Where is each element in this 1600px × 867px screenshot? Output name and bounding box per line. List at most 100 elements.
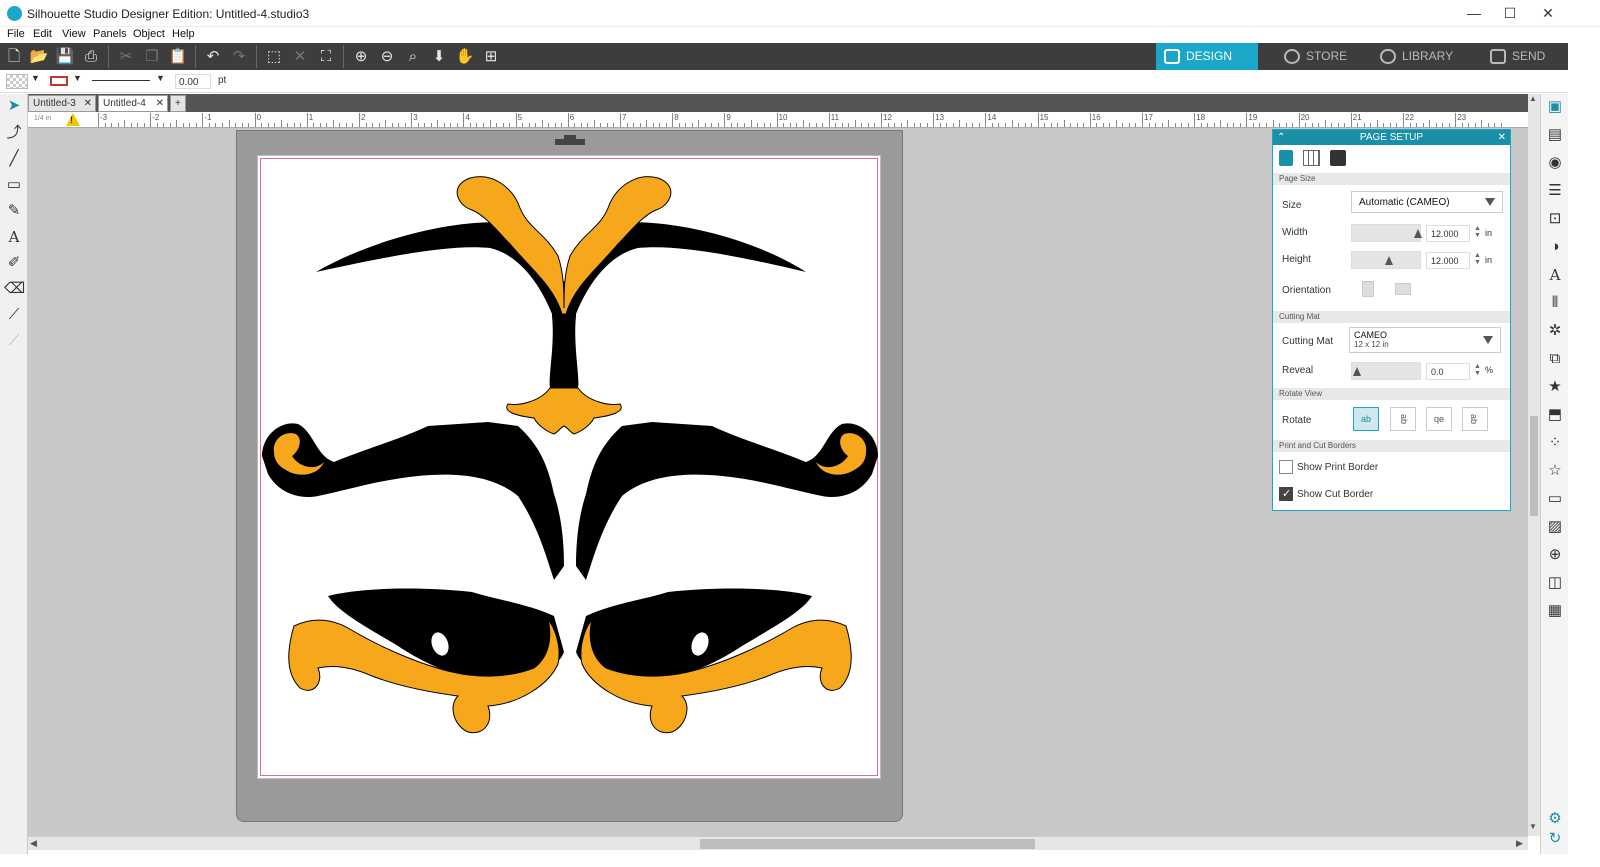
scroll-right-icon[interactable]: ▶ (1516, 838, 1523, 849)
grid-tab-icon[interactable] (1303, 150, 1320, 166)
copy-icon[interactable]: ❐ (141, 46, 163, 67)
image-effects-icon[interactable]: ⊡ (1545, 208, 1565, 230)
close-window-button[interactable]: ✕ (1528, 0, 1568, 27)
line-color-dropdown-icon[interactable]: ▼ (73, 73, 82, 83)
zoom-selection-icon[interactable]: ⌕ (402, 46, 424, 67)
pencil-tool-icon[interactable]: ✎ (4, 201, 24, 221)
fit-to-page-icon[interactable]: ⊞ (480, 46, 502, 67)
eyedropper-tool-icon[interactable]: ⟋ (4, 331, 24, 351)
line-style-preview[interactable] (92, 80, 150, 81)
scroll-left-icon[interactable]: ◀ (30, 838, 37, 849)
grid-globe-icon[interactable]: ⊕ (1545, 544, 1565, 566)
reveal-spinner[interactable]: ▲ ▼ (1474, 363, 1481, 377)
reveal-slider[interactable] (1351, 362, 1421, 380)
height-input[interactable]: 12.000 (1426, 252, 1470, 269)
collapse-panel-icon[interactable]: ⌃ (1277, 130, 1285, 145)
minimize-button[interactable]: — (1454, 0, 1494, 27)
modify-icon[interactable]: ⧉ (1545, 348, 1565, 370)
add-tab-button[interactable]: + (170, 95, 186, 112)
select-by-color-icon[interactable]: ⛶ (315, 46, 337, 67)
line-width-input[interactable]: 0.00 (175, 74, 211, 89)
reveal-slider-handle[interactable] (1353, 367, 1361, 376)
menu-object[interactable]: Object (133, 28, 165, 40)
close-tab-icon[interactable]: ✕ (156, 96, 164, 111)
offset-icon[interactable]: ▭ (1545, 488, 1565, 510)
vertical-scrollbar[interactable]: ▲ ▼ (1528, 94, 1540, 836)
open-folder-icon[interactable]: 📂 (28, 46, 50, 67)
tab-store[interactable]: STORE (1276, 43, 1372, 70)
rotate-270-button[interactable]: ab (1462, 407, 1488, 431)
zoom-out-icon[interactable]: ⊖ (376, 46, 398, 67)
draw-tool-icon[interactable]: ✐ (4, 253, 24, 273)
portrait-orientation-icon[interactable] (1362, 281, 1374, 297)
text-tool-icon[interactable]: A (4, 227, 24, 247)
edit-points-icon[interactable]: ⤴ (4, 123, 24, 143)
select-all-icon[interactable]: ⬚ (263, 46, 285, 67)
refresh-icon[interactable]: ↻ (1545, 828, 1565, 850)
library-map-icon[interactable]: ▦ (1545, 600, 1565, 622)
page-tab-icon[interactable] (1279, 150, 1293, 166)
horizontal-scrollbar[interactable]: ◀ ▶ (28, 836, 1528, 850)
menu-file[interactable]: File (7, 28, 25, 40)
scroll-down-icon[interactable]: ▼ (1529, 822, 1537, 831)
tab-untitled-4[interactable]: Untitled-4 ✕ (98, 95, 168, 112)
menu-edit[interactable]: Edit (33, 28, 52, 40)
landscape-orientation-icon[interactable] (1395, 283, 1411, 295)
maximize-button[interactable]: ☐ (1490, 0, 1530, 27)
deselect-icon[interactable]: ✕ (289, 46, 311, 67)
rotate-180-button[interactable]: qe (1426, 407, 1452, 431)
cutting-mat-dropdown[interactable]: CAMEO 12 x 12 in (1349, 327, 1501, 353)
points-icon[interactable]: ⁘ (1545, 432, 1565, 454)
height-slider[interactable] (1351, 251, 1421, 269)
rotate-0-button[interactable]: ab (1353, 407, 1379, 431)
layers-icon[interactable]: ◫ (1545, 572, 1565, 594)
background-tab-icon[interactable] (1330, 150, 1346, 166)
size-dropdown[interactable]: Automatic (CAMEO) (1351, 191, 1503, 213)
paste-icon[interactable]: 📋 (167, 46, 189, 67)
fill-dropdown-icon[interactable]: ▼ (31, 73, 40, 83)
print-icon[interactable]: ⎙ (80, 46, 102, 67)
page-setup-icon[interactable]: ▣ (1545, 96, 1565, 118)
tab-untitled-3[interactable]: Untitled-3 ✕ (28, 95, 96, 112)
pixscan-icon[interactable]: ▤ (1545, 124, 1565, 146)
knife-tool-icon[interactable]: ⟋ (4, 305, 24, 325)
show-print-border-checkbox[interactable] (1279, 460, 1293, 474)
height-spinner[interactable]: ▲ ▼ (1474, 252, 1481, 266)
transparency-icon[interactable]: ◑ (1545, 236, 1565, 258)
pan-hand-icon[interactable]: ✋ (454, 46, 476, 67)
rotate-90-button[interactable]: ab (1390, 407, 1416, 431)
star-panel-icon[interactable]: ★ (1545, 376, 1565, 398)
close-tab-icon[interactable]: ✕ (84, 96, 92, 111)
show-cut-border-checkbox[interactable] (1279, 487, 1293, 501)
horizontal-scroll-thumb[interactable] (700, 839, 1035, 849)
tab-library[interactable]: LIBRARY (1372, 43, 1478, 70)
align-icon[interactable]: ⫴ (1545, 292, 1565, 314)
menu-view[interactable]: View (62, 28, 86, 40)
menu-help[interactable]: Help (172, 28, 195, 40)
select-pointer-icon[interactable]: ➤ (4, 96, 24, 116)
settings-gear-icon[interactable]: ⚙ (1545, 808, 1565, 830)
tab-design[interactable]: DESIGN (1156, 43, 1258, 70)
trace-icon[interactable]: ⬒ (1545, 404, 1565, 426)
eraser-tool-icon[interactable]: ⌫ (4, 279, 25, 299)
favorite-star-icon[interactable]: ☆ (1545, 460, 1565, 482)
zoom-in-icon[interactable]: ⊕ (350, 46, 372, 67)
drag-zoom-icon[interactable]: ⬇ (428, 46, 450, 67)
cut-icon[interactable]: ✂ (115, 46, 137, 67)
width-slider[interactable] (1351, 224, 1422, 242)
line-color-swatch[interactable] (50, 76, 68, 86)
line-style-dropdown-icon[interactable]: ▼ (156, 73, 165, 83)
undo-icon[interactable]: ↶ (202, 46, 224, 67)
transform-icon[interactable]: ✲ (1545, 320, 1565, 342)
reveal-input[interactable]: 0.0 (1426, 363, 1470, 380)
menu-panels[interactable]: Panels (93, 28, 127, 40)
height-slider-handle[interactable] (1385, 256, 1393, 265)
width-input[interactable]: 12.000 (1426, 225, 1470, 242)
line-tool-icon[interactable]: ╱ (4, 149, 24, 169)
vertical-scroll-thumb[interactable] (1530, 416, 1538, 516)
line-style-panel-icon[interactable]: ☰ (1545, 180, 1565, 202)
width-spinner[interactable]: ▲ ▼ (1474, 225, 1481, 239)
redo-icon[interactable]: ↷ (228, 46, 250, 67)
design-artwork[interactable] (258, 156, 882, 780)
hatch-icon[interactable]: ▨ (1545, 516, 1565, 538)
